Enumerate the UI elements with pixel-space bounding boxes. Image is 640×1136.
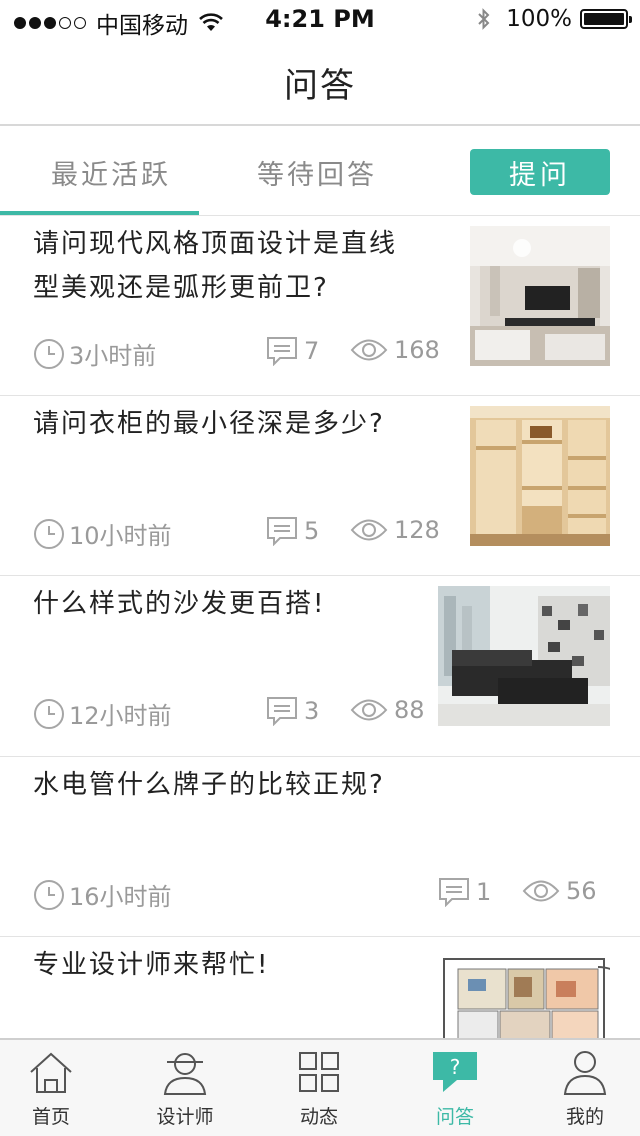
tab-designer[interactable]: 设计师: [121, 1040, 249, 1136]
view-count: 56: [522, 877, 597, 905]
status-bar: 中国移动 4:21 PM 100%: [0, 0, 640, 40]
question-title: 专业设计师来帮忙!: [33, 950, 270, 980]
leather-sofa-photo: [438, 586, 610, 726]
clock-icon: [34, 879, 64, 910]
tab-feed-label: 动态: [299, 1106, 338, 1128]
clock-icon: [34, 518, 64, 549]
eye-icon: [350, 699, 388, 721]
view-count: 128: [350, 516, 440, 544]
question-item[interactable]: 请问现代风格顶面设计是直线 型美观还是弧形更前卫? 3小时前 7 168: [0, 216, 640, 396]
battery-percent: 100%: [506, 6, 572, 32]
comment-icon: [267, 337, 297, 366]
comment-count: 5: [266, 516, 319, 546]
bottom-tab-bar: 首页 设计师 动态 ? 问答 我的: [0, 1038, 640, 1136]
tab-home[interactable]: 首页: [0, 1040, 115, 1136]
tab-profile-label: 我的: [565, 1106, 604, 1128]
carrier-label: 中国移动: [96, 13, 188, 39]
question-list: 请问现代风格顶面设计是直线 型美观还是弧形更前卫? 3小时前 7 168 请问衣…: [0, 216, 640, 1038]
question-title: 请问现代风格顶面设计是直线 型美观还是弧形更前卫?: [33, 229, 398, 303]
wardrobe-photo: [470, 406, 610, 546]
eye-icon: [350, 339, 388, 361]
question-time: 12小时前: [33, 696, 172, 731]
comment-icon: [267, 697, 297, 726]
profile-icon: [563, 1051, 607, 1095]
grid-icon: [299, 1052, 339, 1092]
home-icon: [30, 1052, 72, 1093]
tab-feed[interactable]: 动态: [255, 1040, 383, 1136]
floor-plan-photo: [438, 947, 610, 1038]
tab-waiting-answer[interactable]: 等待回答: [206, 128, 428, 216]
clock-icon: [34, 338, 64, 369]
question-item[interactable]: 水电管什么牌子的比较正规? 16小时前 1 56: [0, 757, 640, 937]
comment-count: 7: [266, 336, 319, 366]
question-title: 请问衣柜的最小径深是多少?: [33, 409, 385, 439]
wifi-icon: [199, 13, 223, 31]
question-item[interactable]: 什么样式的沙发更百搭! 12小时前 3 88: [0, 576, 640, 757]
question-time: 16小时前: [33, 877, 172, 912]
tab-designer-label: 设计师: [156, 1106, 214, 1128]
nav-bar: 问答: [0, 40, 640, 126]
comment-icon: [267, 517, 297, 546]
question-time: 3小时前: [33, 336, 156, 371]
view-count: 168: [350, 336, 440, 364]
question-time: 10小时前: [33, 516, 172, 551]
ask-question-button[interactable]: 提问: [470, 149, 610, 195]
eye-icon: [522, 880, 560, 902]
battery-icon: [580, 9, 632, 29]
comment-count: 1: [438, 877, 491, 907]
qa-icon: ?: [433, 1052, 477, 1092]
question-title: 什么样式的沙发更百搭!: [33, 589, 326, 619]
clock-icon: [34, 698, 64, 729]
question-item[interactable]: 请问衣柜的最小径深是多少? 10小时前 5 128: [0, 396, 640, 576]
qa-badge: ?: [450, 1055, 461, 1079]
modern-living-room-photo: [470, 226, 610, 366]
page-title: 问答: [284, 65, 356, 106]
active-tab-indicator: [0, 211, 199, 215]
comment-icon: [439, 878, 469, 907]
signal-strength-icon: [14, 17, 86, 29]
view-count: 88: [350, 696, 425, 724]
tab-recent-active[interactable]: 最近活跃: [0, 128, 222, 216]
eye-icon: [350, 519, 388, 541]
tab-profile[interactable]: 我的: [521, 1040, 640, 1136]
tab-home-label: 首页: [31, 1106, 70, 1128]
bluetooth-icon: [478, 8, 490, 30]
tab-qa[interactable]: ? 问答: [391, 1040, 519, 1136]
question-title: 水电管什么牌子的比较正规?: [33, 770, 385, 800]
status-left: 中国移动: [14, 6, 224, 40]
filter-tabs: 最近活跃 等待回答 提问: [0, 128, 640, 216]
designer-icon: [163, 1053, 207, 1095]
question-item[interactable]: 专业设计师来帮忙!: [0, 937, 640, 1038]
comment-count: 3: [266, 696, 319, 726]
status-right: 100%: [476, 6, 632, 32]
tab-qa-label: 问答: [435, 1106, 474, 1128]
